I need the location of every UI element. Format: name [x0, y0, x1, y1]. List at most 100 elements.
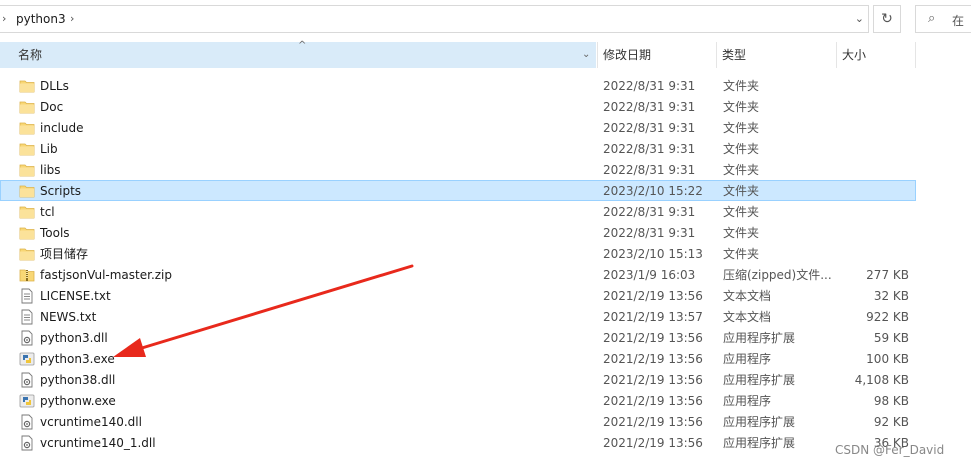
file-name: python38.dll	[40, 373, 116, 387]
file-name: python3.exe	[40, 352, 115, 366]
file-name: pythonw.exe	[40, 394, 116, 408]
python-exe-icon	[19, 351, 35, 367]
column-header-name[interactable]: 名称 ^ ⌄	[0, 40, 596, 68]
search-input[interactable]: ⌕ 在	[915, 5, 971, 33]
file-name: Lib	[40, 142, 58, 156]
file-name: libs	[40, 163, 61, 177]
file-type: 应用程序扩展	[723, 331, 796, 345]
address-bar: › python3 › ⌄ ↻ ⌕ 在	[0, 0, 971, 40]
file-row[interactable]: include 2022/8/31 9:31 文件夹	[0, 117, 916, 138]
file-name: LICENSE.txt	[40, 289, 111, 303]
file-type: 应用程序扩展	[723, 415, 796, 429]
file-date: 2021/2/19 13:57	[603, 310, 703, 324]
file-type: 文件夹	[723, 184, 760, 198]
file-type: 应用程序	[723, 352, 772, 366]
chevron-down-icon[interactable]: ⌄	[855, 12, 864, 25]
chevron-right-icon[interactable]: ›	[2, 12, 6, 25]
file-type: 文件夹	[723, 226, 760, 240]
dll-icon	[19, 435, 35, 451]
file-name: 项目储存	[40, 247, 89, 261]
file-row[interactable]: python3.exe 2021/2/19 13:56 应用程序 100 KB	[0, 348, 916, 369]
file-row[interactable]: Tools 2022/8/31 9:31 文件夹	[0, 222, 916, 243]
file-row[interactable]: Lib 2022/8/31 9:31 文件夹	[0, 138, 916, 159]
file-size: 922 KB	[866, 310, 909, 324]
file-list: DLLs 2022/8/31 9:31 文件夹 Doc 2022/8/31 9:31 文件…	[0, 75, 916, 453]
file-name: tcl	[40, 205, 55, 219]
file-date: 2021/2/19 13:56	[603, 415, 703, 429]
column-header: 名称 ^ ⌄ 修改日期 类型 大小	[0, 40, 916, 68]
file-date: 2022/8/31 9:31	[603, 142, 696, 156]
file-row[interactable]: DLLs 2022/8/31 9:31 文件夹	[0, 75, 916, 96]
dll-icon	[19, 330, 35, 346]
text-file-icon	[19, 309, 35, 325]
file-date: 2021/2/19 13:56	[603, 436, 703, 450]
file-date: 2021/2/19 13:56	[603, 352, 703, 366]
file-type: 压缩(zipped)文件...	[723, 268, 832, 282]
file-row[interactable]: vcruntime140_1.dll 2021/2/19 13:56 应用程序扩展 3…	[0, 432, 916, 453]
folder-icon	[19, 246, 35, 262]
file-name: Doc	[40, 100, 64, 114]
file-row[interactable]: Doc 2022/8/31 9:31 文件夹	[0, 96, 916, 117]
file-row[interactable]: tcl 2022/8/31 9:31 文件夹	[0, 201, 916, 222]
file-row[interactable]: libs 2022/8/31 9:31 文件夹	[0, 159, 916, 180]
file-date: 2021/2/19 13:56	[603, 394, 703, 408]
column-header-size[interactable]: 大小	[836, 42, 916, 68]
breadcrumb[interactable]: › python3 › ⌄	[0, 5, 869, 33]
column-name-label: 名称	[18, 48, 43, 62]
file-type: 文件夹	[723, 247, 760, 261]
file-type: 文件夹	[723, 142, 760, 156]
file-name: python3.dll	[40, 331, 108, 345]
file-date: 2022/8/31 9:31	[603, 100, 696, 114]
folder-icon	[19, 183, 35, 199]
file-size: 32 KB	[873, 289, 909, 303]
python-exe-icon	[19, 393, 35, 409]
file-type: 文件夹	[723, 205, 760, 219]
file-date: 2021/2/19 13:56	[603, 373, 703, 387]
file-row[interactable]: python3.dll 2021/2/19 13:56 应用程序扩展 59 KB	[0, 327, 916, 348]
zip-icon	[19, 267, 35, 283]
file-name: NEWS.txt	[40, 310, 97, 324]
file-size: 277 KB	[866, 268, 909, 282]
file-type: 应用程序扩展	[723, 436, 796, 450]
file-name: fastjsonVul-master.zip	[40, 268, 173, 282]
column-header-type[interactable]: 类型	[716, 42, 835, 68]
refresh-button[interactable]: ↻	[873, 5, 901, 33]
file-name: Scripts	[40, 184, 82, 198]
file-date: 2023/2/10 15:13	[603, 247, 703, 261]
file-row[interactable]: NEWS.txt 2021/2/19 13:57 文本文档 922 KB	[0, 306, 916, 327]
file-date: 2022/8/31 9:31	[603, 79, 696, 93]
column-header-date[interactable]: 修改日期	[597, 42, 715, 68]
file-name: vcruntime140.dll	[40, 415, 142, 429]
file-row[interactable]: LICENSE.txt 2021/2/19 13:56 文本文档 32 KB	[0, 285, 916, 306]
sort-ascending-icon: ^	[298, 40, 307, 51]
file-name: Tools	[40, 226, 70, 240]
breadcrumb-python3[interactable]: python3	[16, 12, 66, 26]
file-row[interactable]: Scripts 2023/2/10 15:22 文件夹	[0, 180, 916, 201]
folder-icon	[19, 78, 35, 94]
folder-icon	[19, 120, 35, 136]
file-row[interactable]: pythonw.exe 2021/2/19 13:56 应用程序 98 KB	[0, 390, 916, 411]
file-date: 2022/8/31 9:31	[603, 226, 696, 240]
file-row[interactable]: vcruntime140.dll 2021/2/19 13:56 应用程序扩展 92 …	[0, 411, 916, 432]
chevron-right-icon[interactable]: ›	[70, 12, 74, 25]
folder-icon	[19, 141, 35, 157]
folder-icon	[19, 162, 35, 178]
file-row[interactable]: fastjsonVul-master.zip 2023/1/9 16:03 压缩(z…	[0, 264, 916, 285]
file-type: 应用程序	[723, 394, 772, 408]
chevron-down-icon[interactable]: ⌄	[582, 42, 590, 68]
file-size: 4,108 KB	[854, 373, 909, 387]
file-type: 文件夹	[723, 79, 760, 93]
file-row[interactable]: python38.dll 2021/2/19 13:56 应用程序扩展 4,108 K…	[0, 369, 916, 390]
search-icon: ⌕	[928, 11, 936, 26]
file-name: include	[40, 121, 84, 135]
search-placeholder: 在	[952, 14, 965, 28]
file-type: 文件夹	[723, 163, 760, 177]
file-date: 2023/2/10 15:22	[603, 184, 703, 198]
file-type: 文本文档	[723, 310, 772, 324]
file-size: 92 KB	[873, 415, 909, 429]
file-type: 文本文档	[723, 289, 772, 303]
file-date: 2022/8/31 9:31	[603, 163, 696, 177]
file-date: 2021/2/19 13:56	[603, 289, 703, 303]
file-date: 2022/8/31 9:31	[603, 121, 696, 135]
file-row[interactable]: 项目储存 2023/2/10 15:13 文件夹	[0, 243, 916, 264]
